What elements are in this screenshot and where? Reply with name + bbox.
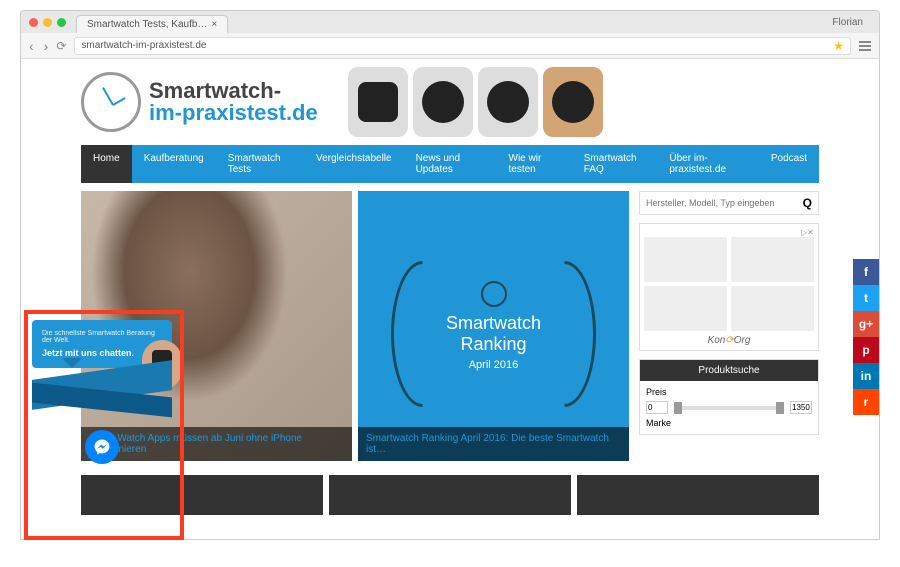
watch-image [413,67,473,137]
watch-image [348,67,408,137]
product-search-widget: Produktsuche Preis Marke [639,359,819,435]
ad-image[interactable] [731,286,814,331]
forward-button[interactable]: › [44,38,49,54]
share-linkedin[interactable]: in [853,363,879,389]
site-logo[interactable]: Smartwatch- im-praxistest.de [81,72,318,132]
share-facebook[interactable]: f [853,259,879,285]
browser-tab[interactable]: Smartwatch Tests, Kaufb… × [76,15,228,33]
share-reddit[interactable]: r [853,389,879,415]
ad-box[interactable]: ▷✕ Kon⟳Org [639,223,819,351]
nav-item-news[interactable]: News und Updates [404,145,497,183]
article-card[interactable] [329,475,571,515]
search-icon[interactable]: Q [803,196,812,210]
search-box[interactable]: Q [639,191,819,215]
nav-item-kaufberatung[interactable]: Kaufberatung [132,145,216,183]
page-viewport: Smartwatch- im-praxistest.de Home Kaufbe… [21,59,879,539]
price-max-input[interactable] [790,401,812,414]
address-bar[interactable]: smartwatch-im-praxistest.de ★ [74,37,851,55]
reload-button[interactable]: ⟳ [56,39,66,53]
watch-image [543,67,603,137]
price-min-input[interactable] [646,401,668,414]
nav-item-vergleich[interactable]: Vergleichstabelle [304,145,404,183]
price-slider[interactable] [646,401,812,414]
ad-image[interactable] [731,237,814,282]
minimize-window-icon[interactable] [43,18,52,27]
feature-caption: Smartwatch Ranking April 2016: Die beste… [358,427,629,461]
ranking-badge: Smartwatch Ranking April 2016 [446,281,541,371]
article-card[interactable] [81,475,323,515]
social-share-bar: f t g+ p in r [853,259,879,415]
share-pinterest[interactable]: p [853,337,879,363]
main-nav: Home Kaufberatung Smartwatch Tests Vergl… [81,145,819,183]
maximize-window-icon[interactable] [57,18,66,27]
brand-label: Marke [646,418,812,428]
slider-track[interactable] [674,406,784,410]
tab-title: Smartwatch Tests, Kaufb… [87,19,207,30]
browser-menu-icon[interactable] [859,41,871,51]
ad-choices-icon[interactable]: ▷✕ [644,228,814,237]
nav-item-tests[interactable]: Smartwatch Tests [216,145,304,183]
logo-text: Smartwatch- im-praxistest.de [149,80,318,124]
sidebar: Q ▷✕ Kon⟳Org Produktsuche Preis [639,191,819,461]
url-text: smartwatch-im-praxistest.de [81,40,833,51]
chat-tagline: Die schnellste Smartwatch Beratung der W… [42,330,162,344]
feature-card[interactable]: Smartwatch Ranking April 2016 Smartwatch… [358,191,629,461]
watch-icon [481,281,507,307]
tab-close-icon[interactable]: × [211,19,217,30]
logo-watch-icon [81,72,141,132]
widget-title: Produktsuche [640,360,818,381]
browser-profile[interactable]: Florian [824,17,871,28]
bookmark-star-icon[interactable]: ★ [833,39,844,53]
secondary-grid [21,475,879,515]
messenger-icon[interactable] [85,430,119,464]
browser-tab-bar: Smartwatch Tests, Kaufb… × Florian [21,11,879,33]
ad-brand: Kon⟳Org [644,335,814,346]
chat-widget[interactable]: Die schnellste Smartwatch Beratung der W… [32,320,172,464]
back-button[interactable]: ‹ [29,38,34,54]
search-input[interactable] [646,198,803,208]
header-watch-images [348,67,603,137]
price-label: Preis [646,387,812,397]
nav-item-testen[interactable]: Wie wir testen [497,145,572,183]
site-header: Smartwatch- im-praxistest.de [21,59,879,145]
close-window-icon[interactable] [29,18,38,27]
nav-item-faq[interactable]: Smartwatch FAQ [572,145,658,183]
watch-image [478,67,538,137]
nav-item-podcast[interactable]: Podcast [759,145,819,183]
chat-bubble[interactable]: Die schnellste Smartwatch Beratung der W… [32,320,172,368]
window-controls[interactable] [29,18,66,27]
nav-item-about[interactable]: Über im-praxistest.de [657,145,759,183]
ad-image[interactable] [644,237,727,282]
nav-item-home[interactable]: Home [81,145,132,183]
share-twitter[interactable]: t [853,285,879,311]
share-googleplus[interactable]: g+ [853,311,879,337]
browser-toolbar: ‹ › ⟳ smartwatch-im-praxistest.de ★ [21,33,879,59]
ad-image[interactable] [644,286,727,331]
article-card[interactable] [577,475,819,515]
